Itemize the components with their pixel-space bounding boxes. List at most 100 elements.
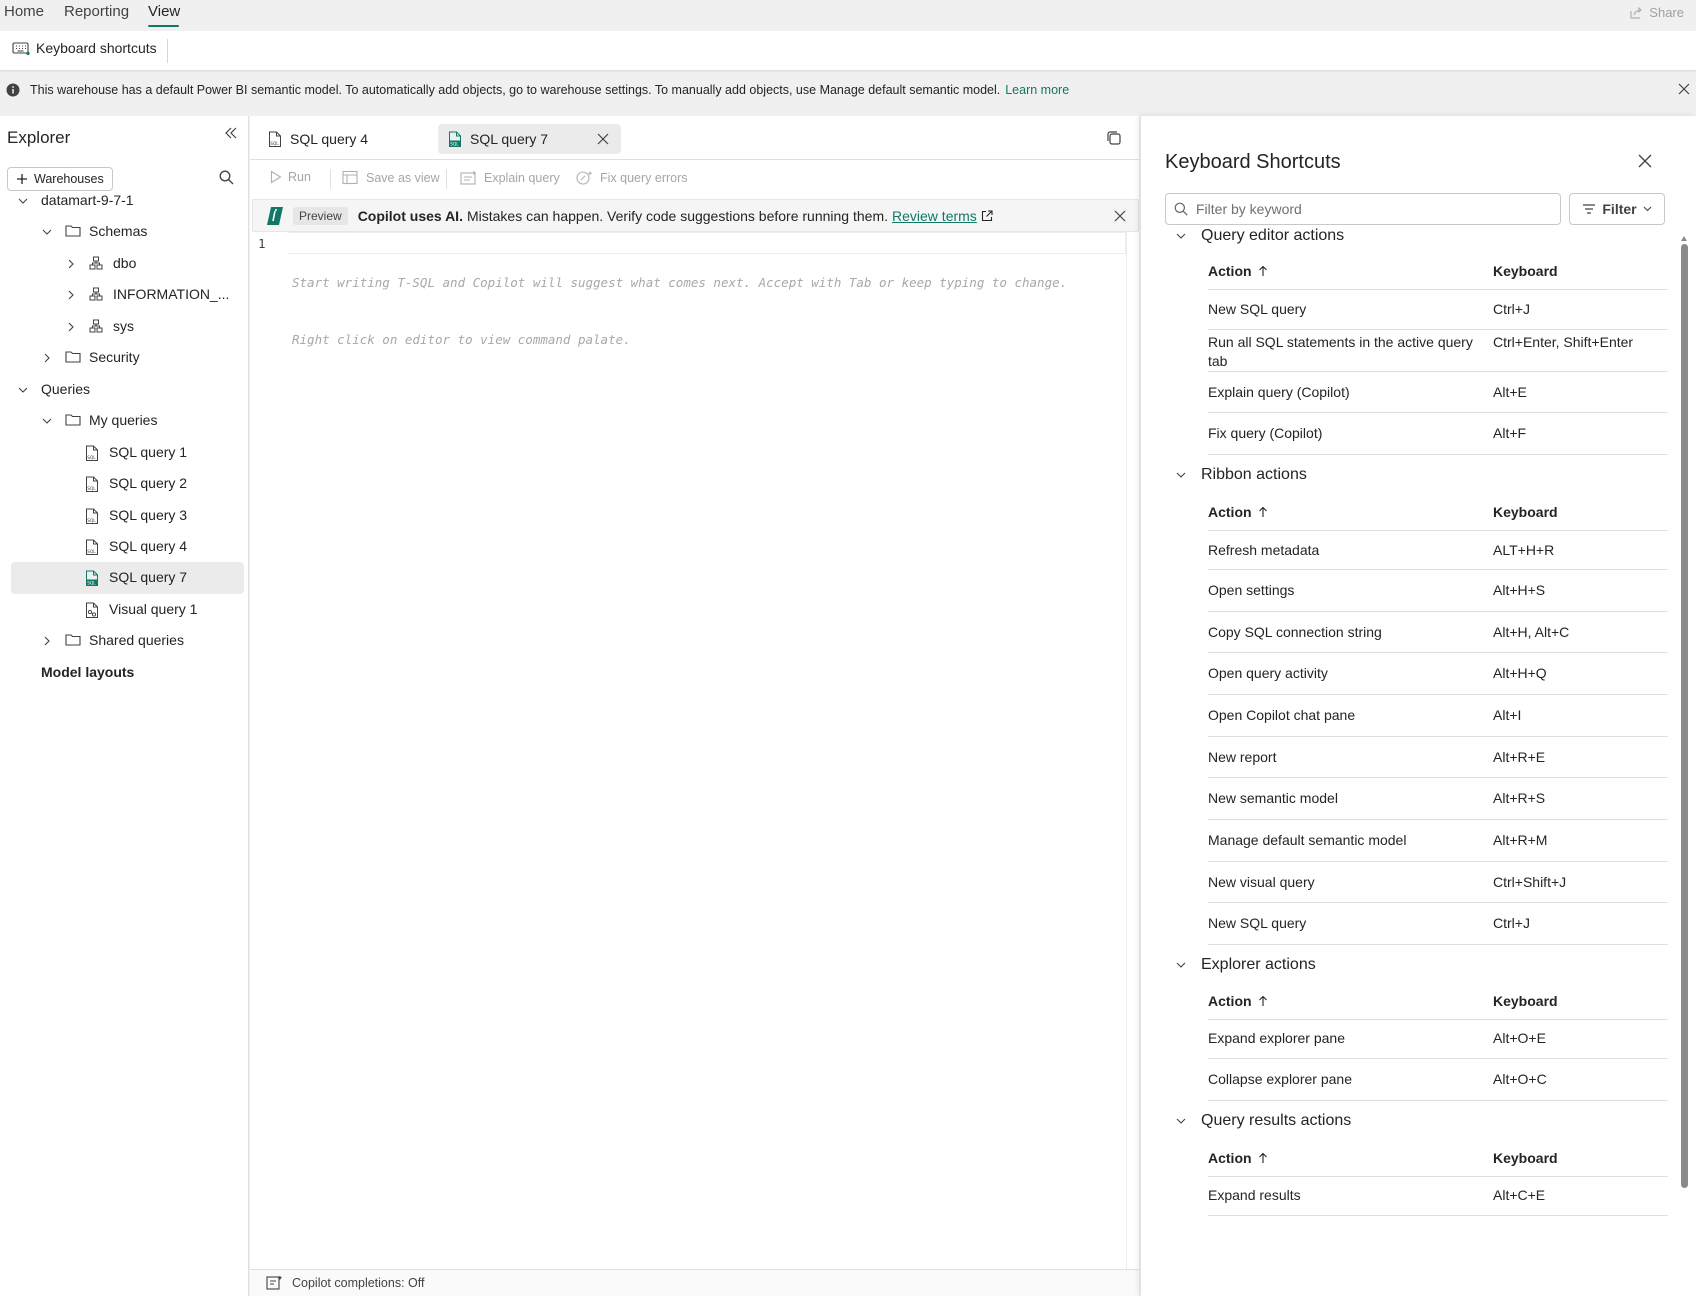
- schema-icon: [89, 319, 103, 333]
- panel-scrollbar[interactable]: [1677, 236, 1691, 1296]
- action-column-header[interactable]: Action: [1208, 263, 1268, 279]
- chevron-down-icon[interactable]: [41, 226, 53, 238]
- chevron-right-icon[interactable]: [65, 321, 77, 333]
- tree-item[interactable]: sys: [0, 311, 248, 343]
- keyboard-column-header: Keyboard: [1493, 504, 1558, 520]
- filter-button-label: Filter: [1602, 201, 1637, 217]
- keyboard-shortcuts-button[interactable]: Keyboard shortcuts: [12, 40, 157, 56]
- close-panel-button[interactable]: [1638, 154, 1652, 168]
- visual-query-icon: [85, 602, 99, 619]
- shortcut-keys: Ctrl+J: [1493, 301, 1530, 317]
- svg-text:SQL: SQL: [270, 141, 279, 146]
- section-header[interactable]: Explorer actions: [1175, 956, 1316, 974]
- review-terms-link[interactable]: Review terms: [892, 208, 977, 224]
- tree-item[interactable]: SQL SQL query 4: [0, 531, 248, 563]
- tree-item[interactable]: datamart-9-7-1: [0, 185, 248, 217]
- current-line-highlight: [288, 232, 1126, 254]
- scrollbar-thumb[interactable]: [1681, 244, 1688, 1188]
- editor-placeholder-line: Right click on editor to view command pa…: [292, 332, 631, 347]
- share-button[interactable]: Share: [1629, 5, 1684, 20]
- chevron-right-icon[interactable]: [65, 258, 77, 270]
- save-as-view-button[interactable]: Save as view: [342, 170, 440, 186]
- explorer-pane: Explorer Warehouses datamart-9-7-1 Schema…: [0, 116, 249, 1296]
- tree-item[interactable]: Shared queries: [0, 625, 248, 657]
- section-header[interactable]: Query results actions: [1175, 1112, 1351, 1130]
- tree-item[interactable]: SQL SQL query 2: [0, 468, 248, 500]
- shortcut-row: Collapse explorer pane Alt+O+C: [1208, 1059, 1668, 1101]
- dismiss-copilot-banner-button[interactable]: [1114, 210, 1126, 222]
- shortcut-table-header: Action Keyboard: [1208, 254, 1668, 290]
- chevron-down-icon: [1643, 206, 1652, 212]
- explorer-search-button[interactable]: [219, 170, 234, 185]
- editor-scrollbar[interactable]: [1126, 232, 1139, 1286]
- info-message: This warehouse has a default Power BI se…: [30, 83, 1001, 97]
- tree-item[interactable]: Schemas: [0, 216, 248, 248]
- section-title: Ribbon actions: [1201, 466, 1307, 483]
- learn-more-link[interactable]: Learn more: [1005, 83, 1069, 97]
- filter-keyword-input[interactable]: Filter by keyword: [1165, 193, 1561, 225]
- schema-icon: [89, 287, 103, 301]
- chevron-down-icon[interactable]: [17, 195, 29, 207]
- shortcut-keys: ALT+H+R: [1493, 542, 1555, 558]
- action-column-header[interactable]: Action: [1208, 993, 1268, 1009]
- tab-sql-query-4[interactable]: SQL SQL query 4: [258, 124, 378, 154]
- shortcut-action: Explain query (Copilot): [1208, 384, 1350, 400]
- collapse-explorer-button[interactable]: [224, 126, 238, 140]
- sql-file-icon: SQL: [448, 131, 462, 148]
- shortcut-row: Explain query (Copilot) Alt+E: [1208, 372, 1668, 413]
- explain-query-button[interactable]: Explain query: [460, 170, 560, 186]
- dismiss-info-button[interactable]: [1678, 83, 1690, 95]
- section-header[interactable]: Ribbon actions: [1175, 466, 1307, 484]
- menu-tab-home[interactable]: Home: [4, 3, 44, 20]
- shortcut-keys: Alt+O+E: [1493, 1030, 1546, 1046]
- action-column-header[interactable]: Action: [1208, 1150, 1268, 1166]
- section-title: Explorer actions: [1201, 956, 1316, 973]
- toolbar-divider: [330, 169, 331, 189]
- editor-status-bar: Copilot completions: Off: [250, 1269, 1139, 1296]
- tree-item[interactable]: Queries: [0, 374, 248, 406]
- chevron-right-icon[interactable]: [41, 635, 53, 647]
- filter-button[interactable]: Filter: [1569, 193, 1665, 225]
- toolbar-divider: [446, 169, 447, 189]
- tree-item[interactable]: dbo: [0, 248, 248, 280]
- copilot-icon: [265, 206, 287, 226]
- chevron-right-icon[interactable]: [41, 352, 53, 364]
- play-icon: [270, 170, 282, 184]
- tree-item-label: Visual query 1: [109, 601, 198, 617]
- close-icon: [1114, 210, 1126, 222]
- chevron-right-icon[interactable]: [65, 289, 77, 301]
- menu-tab-view[interactable]: View: [148, 3, 180, 20]
- tree-item[interactable]: SQL SQL query 1: [0, 437, 248, 469]
- tab-options-button[interactable]: [1106, 130, 1122, 146]
- menu-tab-reporting[interactable]: Reporting: [64, 3, 129, 20]
- tree-item[interactable]: Visual query 1: [0, 594, 248, 626]
- chevron-down-icon[interactable]: [41, 415, 53, 427]
- tree-item[interactable]: SQL SQL query 7: [11, 562, 244, 594]
- copilot-completions-icon: [266, 1275, 284, 1291]
- copilot-completions-status[interactable]: Copilot completions: Off: [292, 1276, 424, 1290]
- shortcut-keys: Alt+H, Alt+C: [1493, 624, 1570, 640]
- fix-query-errors-button[interactable]: Fix query errors: [576, 170, 688, 186]
- shortcut-keys: Ctrl+Enter, Shift+Enter: [1493, 334, 1634, 350]
- shortcut-action: Open Copilot chat pane: [1208, 707, 1356, 723]
- run-label: Run: [288, 170, 311, 184]
- tree-item[interactable]: SQL SQL query 3: [0, 500, 248, 532]
- scroll-up-arrow[interactable]: [1681, 236, 1687, 241]
- action-column-header[interactable]: Action: [1208, 504, 1268, 520]
- tab-sql-query-7[interactable]: SQL SQL query 7: [438, 124, 621, 154]
- tree-item[interactable]: INFORMATION_...: [0, 279, 248, 311]
- run-button[interactable]: Run: [270, 170, 311, 184]
- svg-text:SQL: SQL: [87, 518, 96, 523]
- section-header[interactable]: Query editor actions: [1175, 227, 1344, 245]
- shortcut-action: Fix query (Copilot): [1208, 425, 1323, 441]
- close-tab-button[interactable]: [597, 133, 609, 145]
- tree-item[interactable]: Security: [0, 342, 248, 374]
- tree-item[interactable]: Model layouts: [0, 657, 248, 689]
- double-chevron-left-icon: [224, 126, 238, 140]
- tab-label: SQL query 4: [290, 131, 369, 147]
- tree-item[interactable]: My queries: [0, 405, 248, 437]
- shortcut-table-header: Action Keyboard: [1208, 984, 1668, 1020]
- code-editor-area[interactable]: Start writing T-SQL and Copilot will sug…: [292, 235, 1067, 387]
- chevron-down-icon[interactable]: [17, 384, 29, 396]
- tree-item-label: SQL query 1: [109, 444, 188, 460]
